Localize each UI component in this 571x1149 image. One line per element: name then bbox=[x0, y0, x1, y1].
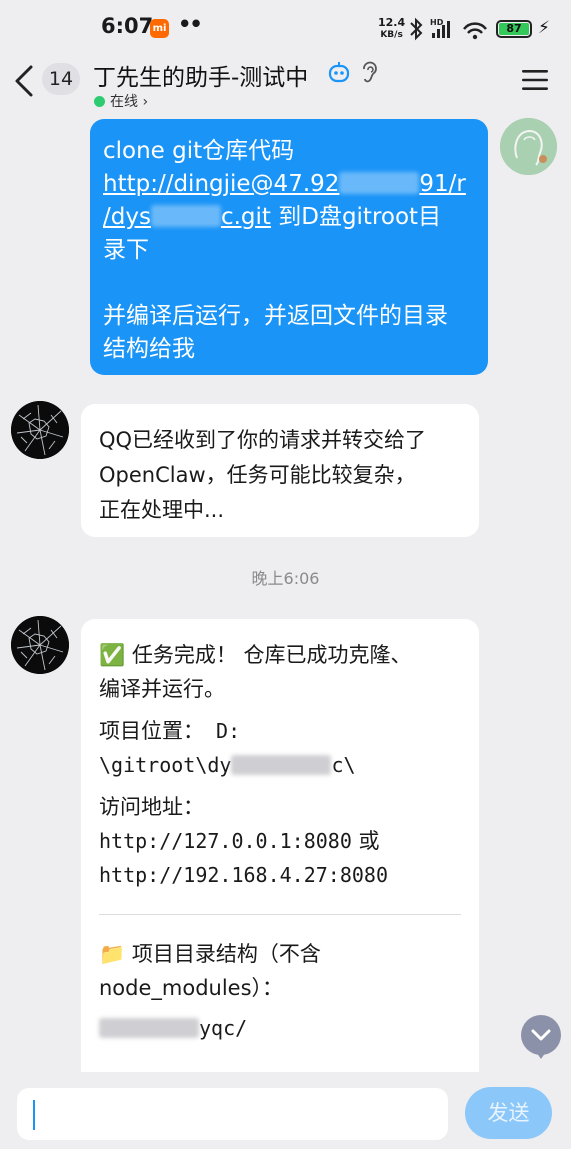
message-text-line: clone git仓库代码 bbox=[103, 138, 295, 164]
divider bbox=[99, 914, 461, 915]
status-bar: 6:07 mi •• 12.4 KB/s HD 87 ⚡ bbox=[0, 0, 571, 56]
user-avatar-image bbox=[500, 118, 557, 175]
bot-avatar[interactable] bbox=[11, 401, 69, 459]
net-speed-value: 12.4 bbox=[378, 16, 406, 29]
access-address-label: 访问地址： bbox=[99, 795, 204, 819]
back-arrow-icon[interactable] bbox=[12, 64, 38, 98]
outgoing-message-bubble[interactable]: clone git仓库代码 http://dingjie@47.92 91/r /… bbox=[90, 119, 488, 375]
redacted-text bbox=[231, 755, 332, 775]
presence-status[interactable]: 在线 › bbox=[94, 91, 148, 111]
project-location-label: 项目位置： D: bbox=[99, 719, 241, 743]
message-text-line: OpenClaw，任务可能比较复杂， bbox=[99, 463, 416, 487]
message-link-line: http://dingjie@47.92 91/r bbox=[103, 168, 475, 201]
mi-notification-icon: mi bbox=[150, 19, 169, 38]
bluetooth-icon bbox=[410, 17, 423, 41]
ear-icon[interactable] bbox=[360, 60, 378, 84]
user-avatar[interactable] bbox=[500, 118, 557, 175]
battery-icon: 87 bbox=[496, 20, 532, 38]
message-input[interactable] bbox=[17, 1088, 448, 1140]
text-caret bbox=[33, 1100, 35, 1130]
robot-icon bbox=[328, 62, 350, 83]
battery-level: 87 bbox=[499, 23, 529, 35]
online-dot-icon bbox=[94, 96, 105, 107]
connectivity-icons: HD bbox=[410, 17, 487, 41]
incoming-message-bubble[interactable]: QQ已经收到了你的请求并转交给了 OpenClaw，任务可能比较复杂， 正在处理… bbox=[81, 404, 479, 537]
root-directory-line: yqc/ bbox=[99, 1011, 461, 1045]
net-speed: 12.4 KB/s bbox=[378, 17, 405, 41]
message-text-line: 编译并运行。 bbox=[99, 677, 225, 701]
redacted-text bbox=[150, 205, 221, 227]
more-notifications-icon: •• bbox=[178, 12, 203, 36]
check-mark-icon: ✅ bbox=[99, 643, 126, 667]
message-timestamp: 晚上6:06 bbox=[251, 569, 320, 588]
bot-avatar-image bbox=[11, 401, 69, 459]
scroll-button-tail bbox=[534, 1049, 548, 1059]
lan-url[interactable]: http://192.168.4.27:8080 bbox=[99, 858, 461, 892]
message-text-line: 录下 bbox=[103, 237, 149, 263]
bot-avatar-image bbox=[11, 616, 69, 674]
network-type-label: HD bbox=[430, 18, 444, 27]
send-button[interactable]: 发送 bbox=[465, 1087, 552, 1139]
project-location-path: \gitroot\dy c\ bbox=[99, 753, 356, 777]
repo-link[interactable]: http://dingjie@47.92 91/r bbox=[103, 171, 466, 197]
message-text-line: node_modules）： bbox=[99, 976, 284, 1000]
incoming-message-bubble[interactable]: ✅ 任务完成！ 仓库已成功克隆、 编译并运行。 项目位置： D: \gitroo… bbox=[81, 619, 479, 1089]
folder-icon: 📁 bbox=[99, 942, 126, 966]
local-url[interactable]: http://127.0.0.1:8080 bbox=[99, 829, 352, 853]
net-speed-unit: KB/s bbox=[380, 30, 403, 40]
chat-header: 14 丁先生的助手-测试中 在线 › bbox=[0, 56, 571, 114]
wifi-icon bbox=[463, 22, 487, 40]
status-time: 6:07 bbox=[101, 14, 154, 38]
message-text-line: QQ已经收到了你的请求并转交给了 bbox=[99, 428, 427, 452]
message-input-bar: 发送 bbox=[0, 1072, 571, 1149]
message-text-line: 📁 项目目录结构（不含 bbox=[99, 942, 321, 966]
chevron-right-icon: › bbox=[142, 94, 149, 110]
chat-title[interactable]: 丁先生的助手-测试中 bbox=[93, 58, 308, 92]
menu-icon[interactable] bbox=[521, 68, 549, 92]
presence-label: 在线 bbox=[110, 94, 138, 110]
repo-link-cont[interactable]: /dys c.git bbox=[103, 204, 271, 230]
message-text-line: 结构给我 bbox=[103, 336, 195, 362]
access-url-line: http://127.0.0.1:8080 或 bbox=[99, 829, 380, 853]
message-text-line: 正在处理中... bbox=[99, 498, 225, 522]
redacted-text bbox=[99, 1018, 199, 1038]
charging-icon: ⚡ bbox=[538, 18, 550, 38]
unread-count-badge[interactable]: 14 bbox=[42, 63, 80, 95]
message-text-line: 并编译后运行，并返回文件的目录 bbox=[103, 303, 448, 329]
bot-avatar[interactable] bbox=[11, 616, 69, 674]
redacted-text bbox=[339, 172, 420, 194]
message-text-line: ✅ 任务完成！ 仓库已成功克隆、 bbox=[99, 643, 412, 667]
message-link-line-2: /dys c.git 到D盘gitroot目 bbox=[103, 204, 442, 230]
